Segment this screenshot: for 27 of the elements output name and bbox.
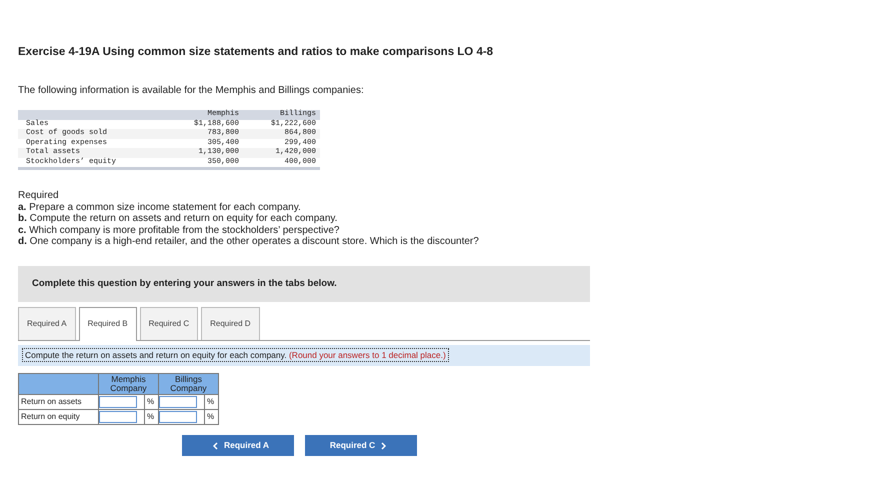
tab[interactable]: Required B xyxy=(78,306,137,341)
requirement-text: b. Compute the return on assets and return on equity for each company. xyxy=(18,213,338,225)
requirement-text: d. One company is a high-end retailer, and the other operates a discount store. Which is the discounter? xyxy=(18,236,480,248)
task-text: Compute the return on assets and return on equity for each company. (Round your answers to 1 decimal place.) xyxy=(22,348,449,362)
row-label: Return on assets xyxy=(18,394,98,410)
row-label: Return on equity xyxy=(18,409,98,424)
nav-button[interactable]: Required A xyxy=(182,434,294,456)
unit-label: % xyxy=(204,394,218,410)
chevron-left-icon xyxy=(212,442,218,450)
answer-field[interactable] xyxy=(159,396,197,408)
intro-text: The following information is available for the Memphis and Billings companies: xyxy=(18,84,365,98)
tab[interactable]: Required A xyxy=(18,306,76,340)
column-header: Billings Company xyxy=(158,373,218,394)
nav-button[interactable]: Required C xyxy=(305,434,417,456)
tab[interactable]: Required D xyxy=(201,306,260,340)
requirement-text: c. Which company is more profitable from the stockholders’ perspective? xyxy=(18,224,340,236)
answer-field[interactable] xyxy=(159,410,197,423)
answer-field[interactable] xyxy=(99,410,137,423)
column-header: Memphis Company xyxy=(98,373,158,394)
requirement-text: a. Prepare a common size income statement for each company. xyxy=(18,202,302,214)
instruction-text: Complete this question by entering your answers in the tabs below. xyxy=(32,276,337,291)
answer-field[interactable] xyxy=(99,396,137,408)
chevron-right-icon xyxy=(381,442,386,450)
unit-label: % xyxy=(204,409,218,424)
tab[interactable]: Required C xyxy=(140,306,198,340)
exercise-title: Exercise 4-19A Using common size statements and ratios to make comparisons LO 4-8 xyxy=(18,45,494,60)
required-heading: Required xyxy=(18,190,60,202)
